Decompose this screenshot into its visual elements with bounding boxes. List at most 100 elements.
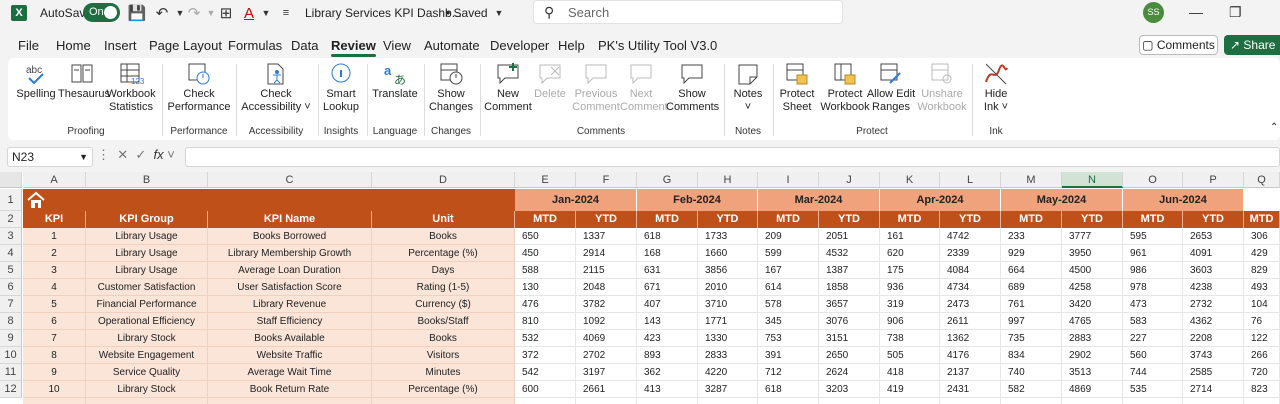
value-cell[interactable]: 3782 [576, 296, 637, 313]
empty-cell[interactable] [372, 398, 515, 404]
value-cell[interactable]: 2661 [576, 381, 637, 398]
column-header-a[interactable]: A [23, 172, 86, 188]
value-cell[interactable]: 689 [1001, 279, 1062, 296]
value-cell[interactable]: 761 [1001, 296, 1062, 313]
value-cell[interactable]: 893 [637, 347, 698, 364]
value-cell[interactable]: 306 [1244, 228, 1280, 245]
unit-cell[interactable]: Books [372, 228, 515, 245]
value-cell[interactable]: 2624 [819, 364, 880, 381]
value-cell[interactable]: 319 [880, 296, 940, 313]
value-cell[interactable]: 738 [880, 330, 940, 347]
value-cell[interactable]: 4091 [1183, 245, 1244, 262]
value-cell[interactable]: 2585 [1183, 364, 1244, 381]
unit-cell[interactable]: Currency ($) [372, 296, 515, 313]
tab-review[interactable]: Review [331, 38, 376, 57]
unit-cell[interactable]: Books/Staff [372, 313, 515, 330]
column-header-b[interactable]: B [86, 172, 208, 188]
value-cell[interactable]: 3197 [576, 364, 637, 381]
value-cell[interactable]: 266 [1244, 347, 1280, 364]
kpi-group-cell[interactable]: Financial Performance [86, 296, 208, 313]
workbook-statistics-button[interactable]: 123 Workbook Statistics [106, 62, 156, 114]
value-cell[interactable]: 823 [1244, 381, 1280, 398]
value-cell[interactable]: 744 [1123, 364, 1183, 381]
value-cell[interactable]: 2048 [576, 279, 637, 296]
row-header-6[interactable]: 6 [0, 279, 22, 296]
protect-workbook-button[interactable]: Protect Workbook [818, 62, 872, 114]
value-cell[interactable]: 1733 [698, 228, 758, 245]
value-cell[interactable]: 535 [1123, 381, 1183, 398]
check-performance-button[interactable]: Check Performance [166, 62, 232, 114]
kpi-name-cell[interactable]: Book Return Rate [208, 381, 372, 398]
value-cell[interactable]: 168 [637, 245, 698, 262]
value-cell[interactable]: 936 [880, 279, 940, 296]
kpi-number-cell[interactable]: 3 [23, 262, 86, 279]
kpi-group-cell[interactable]: Library Usage [86, 228, 208, 245]
value-cell[interactable]: 413 [637, 381, 698, 398]
value-cell[interactable]: 599 [758, 245, 819, 262]
value-cell[interactable]: 1337 [576, 228, 637, 245]
kpi-name-cell[interactable]: Books Available [208, 330, 372, 347]
value-cell[interactable]: 161 [880, 228, 940, 245]
row-header-1[interactable]: 1 [0, 189, 22, 211]
value-cell[interactable]: 76 [1244, 313, 1280, 330]
value-cell[interactable]: 2339 [940, 245, 1001, 262]
value-cell[interactable]: 671 [637, 279, 698, 296]
show-changes-button[interactable]: Show Changes [427, 62, 475, 114]
value-cell[interactable]: 542 [515, 364, 576, 381]
tab-view[interactable]: View [383, 38, 411, 53]
value-cell[interactable]: 588 [515, 262, 576, 279]
column-header-l[interactable]: L [940, 172, 1001, 188]
home-icon[interactable] [26, 191, 46, 209]
kpi-name-cell[interactable]: User Satisfaction Score [208, 279, 372, 296]
value-cell[interactable]: 2833 [698, 347, 758, 364]
value-cell[interactable]: 834 [1001, 347, 1062, 364]
kpi-name-cell[interactable]: Library Membership Growth [208, 245, 372, 262]
empty-cell[interactable] [940, 398, 1001, 404]
tab-home[interactable]: Home [56, 38, 91, 53]
value-cell[interactable]: 4869 [1062, 381, 1123, 398]
row-header-8[interactable]: 8 [0, 313, 22, 330]
value-cell[interactable]: 423 [637, 330, 698, 347]
empty-cell[interactable] [1123, 398, 1183, 404]
kpi-group-cell[interactable]: Library Usage [86, 262, 208, 279]
value-cell[interactable]: 3151 [819, 330, 880, 347]
kpi-number-cell[interactable]: 2 [23, 245, 86, 262]
customize-toolbar-icon[interactable]: ≡ [276, 3, 296, 23]
value-cell[interactable]: 532 [515, 330, 576, 347]
value-cell[interactable]: 450 [515, 245, 576, 262]
value-cell[interactable]: 345 [758, 313, 819, 330]
name-box[interactable]: N23 ▼ [7, 147, 93, 167]
empty-cell[interactable] [758, 398, 819, 404]
saved-status[interactable]: • Saved [446, 6, 488, 20]
empty-cell[interactable] [698, 398, 758, 404]
value-cell[interactable]: 595 [1123, 228, 1183, 245]
kpi-number-cell[interactable]: 9 [23, 364, 86, 381]
row-header-11[interactable]: 11 [0, 364, 22, 381]
kpi-group-cell[interactable]: Website Engagement [86, 347, 208, 364]
empty-cell[interactable] [1183, 398, 1244, 404]
value-cell[interactable]: 2702 [576, 347, 637, 364]
kpi-group-cell[interactable]: Service Quality [86, 364, 208, 381]
kpi-name-cell[interactable]: Average Wait Time [208, 364, 372, 381]
row-header-9[interactable]: 9 [0, 330, 22, 347]
value-cell[interactable]: 4176 [940, 347, 1001, 364]
empty-cell[interactable] [208, 398, 372, 404]
value-cell[interactable]: 3603 [1183, 262, 1244, 279]
value-cell[interactable]: 3950 [1062, 245, 1123, 262]
value-cell[interactable]: 650 [515, 228, 576, 245]
kpi-group-cell[interactable]: Library Stock [86, 381, 208, 398]
kpi-name-cell[interactable]: Website Traffic [208, 347, 372, 364]
unit-cell[interactable]: Books [372, 330, 515, 347]
value-cell[interactable]: 618 [758, 381, 819, 398]
value-cell[interactable]: 4069 [576, 330, 637, 347]
column-header-e[interactable]: E [515, 172, 576, 188]
value-cell[interactable]: 631 [637, 262, 698, 279]
kpi-group-cell[interactable]: Operational Efficiency [86, 313, 208, 330]
tab-developer[interactable]: Developer [490, 38, 549, 53]
value-cell[interactable]: 4220 [698, 364, 758, 381]
kpi-number-cell[interactable]: 4 [23, 279, 86, 296]
value-cell[interactable]: 2473 [940, 296, 1001, 313]
column-header-p[interactable]: P [1183, 172, 1244, 188]
user-avatar[interactable]: SS [1143, 2, 1164, 23]
value-cell[interactable]: 3203 [819, 381, 880, 398]
